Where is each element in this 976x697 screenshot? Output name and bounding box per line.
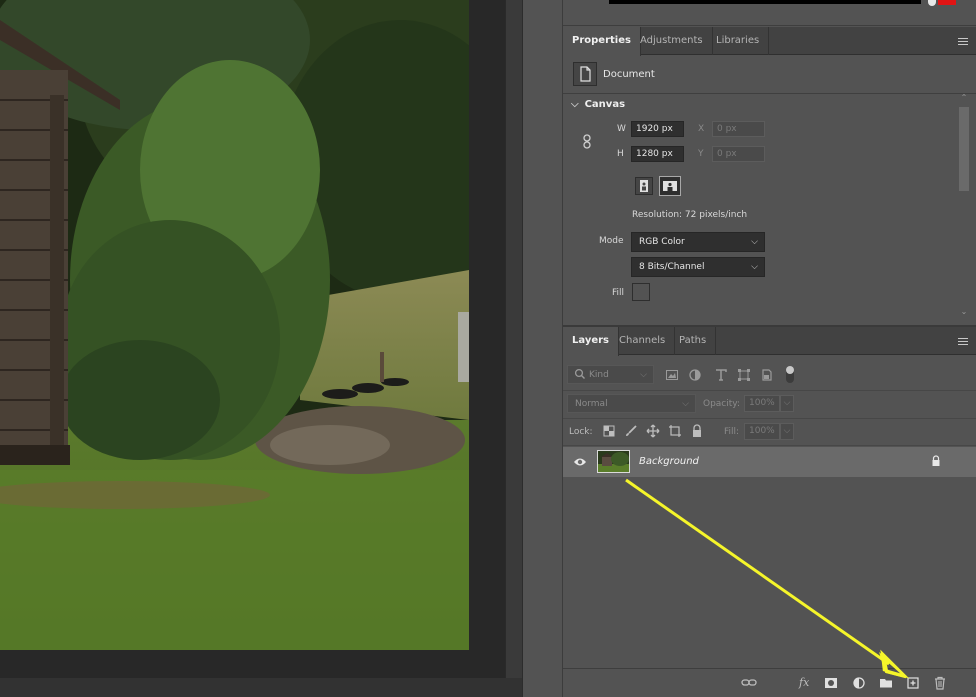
lock-artboard-icon[interactable]: [668, 424, 682, 438]
lock-all-icon[interactable]: [690, 424, 704, 438]
tab-properties[interactable]: Properties: [563, 27, 641, 56]
mask-icon[interactable]: [824, 676, 838, 690]
landscape-orientation-button[interactable]: [659, 176, 681, 196]
tab-adjustments[interactable]: Adjustments: [631, 27, 713, 55]
chevron-down-icon: ⌵: [682, 399, 689, 409]
properties-menu-icon[interactable]: [958, 38, 968, 45]
color-picker-handle[interactable]: [928, 0, 936, 6]
properties-panel: Document ⌵ Canvas W 1920 px X 0 px H 1280…: [563, 55, 976, 325]
scroll-up-icon[interactable]: ⌃: [959, 93, 969, 102]
fill-label: Fill:: [724, 427, 740, 437]
bit-depth-dropdown[interactable]: 8 Bits/Channel ⌵: [631, 257, 765, 277]
lock-label: Lock:: [569, 427, 593, 437]
layer-row-background[interactable]: Background: [563, 447, 976, 477]
document-icon: [573, 62, 597, 86]
layer-lock-icon[interactable]: [930, 455, 942, 467]
document-photo[interactable]: [0, 0, 469, 650]
fx-icon[interactable]: fx: [799, 676, 813, 690]
width-label: W: [617, 124, 626, 134]
y-field[interactable]: 0 px: [712, 146, 765, 162]
canvas-vertical-scrollbar[interactable]: [505, 0, 522, 678]
layer-thumbnail[interactable]: [597, 450, 630, 473]
fill-field[interactable]: 100%: [744, 423, 780, 440]
lock-position-icon[interactable]: [646, 424, 660, 438]
layers-menu-icon[interactable]: [958, 338, 968, 345]
layers-panel: Kind ⌵ Normal ⌵ Opacity: 100% ⌵ Lock: Fi…: [563, 355, 976, 697]
filter-toggle-switch[interactable]: [786, 366, 794, 383]
chevron-down-icon: ⌵: [751, 262, 758, 272]
scroll-down-icon[interactable]: ⌄: [959, 307, 969, 316]
portrait-orientation-button[interactable]: [635, 177, 653, 195]
properties-scrollbar[interactable]: ⌃ ⌄: [957, 93, 971, 323]
tab-paths[interactable]: Paths: [670, 327, 717, 355]
trash-icon[interactable]: [933, 676, 947, 690]
photoshop-window: Properties Adjustments Libraries Documen…: [0, 0, 976, 697]
x-label: X: [698, 124, 705, 134]
y-label: Y: [698, 149, 704, 159]
scroll-thumb[interactable]: [959, 107, 969, 191]
canvas-section-header[interactable]: ⌵ Canvas: [571, 99, 625, 110]
panel-dock-column: [522, 0, 563, 697]
opacity-label: Opacity:: [703, 399, 740, 409]
opacity-field[interactable]: 100%: [744, 395, 780, 412]
right-panel: Properties Adjustments Libraries Documen…: [563, 0, 976, 697]
new-layer-icon[interactable]: [906, 676, 920, 690]
divider: [563, 93, 976, 94]
layers-footer-toolbar: fx: [563, 668, 976, 697]
layer-filter-kind-dropdown[interactable]: Kind ⌵: [567, 365, 654, 384]
tab-channels[interactable]: Channels: [610, 327, 676, 355]
chevron-down-icon: ⌵: [571, 99, 579, 110]
layers-tab-bar: Layers Channels Paths: [563, 327, 976, 356]
link-layers-icon[interactable]: [741, 676, 757, 690]
photo-image: [0, 0, 469, 650]
chevron-down-icon: ⌵: [640, 370, 647, 380]
tab-libraries[interactable]: Libraries: [707, 27, 770, 55]
mode-label: Mode: [599, 236, 624, 246]
color-mode-dropdown[interactable]: RGB Color ⌵: [631, 232, 765, 252]
filter-shape-icon[interactable]: [737, 368, 751, 382]
resolution-text: Resolution: 72 pixels/inch: [632, 210, 748, 220]
document-label: Document: [603, 69, 655, 80]
lock-image-pixels-icon[interactable]: [624, 424, 638, 438]
properties-tab-bar: Properties Adjustments Libraries: [563, 27, 976, 56]
fill-dropdown-arrow[interactable]: ⌵: [780, 423, 794, 440]
hue-bar[interactable]: [609, 0, 921, 4]
foreground-color-swatch[interactable]: [938, 0, 956, 5]
visibility-eye-icon[interactable]: [573, 456, 586, 468]
blend-mode-dropdown[interactable]: Normal ⌵: [567, 394, 696, 413]
filter-pixel-icon[interactable]: [665, 368, 679, 382]
color-panel-remnant: [563, 0, 976, 26]
filter-smart-object-icon[interactable]: [760, 368, 774, 382]
link-dimensions-icon[interactable]: [581, 134, 593, 150]
height-field[interactable]: 1280 px: [631, 146, 684, 162]
x-field[interactable]: 0 px: [712, 121, 765, 137]
width-field[interactable]: 1920 px: [631, 121, 684, 137]
height-label: H: [617, 149, 624, 159]
search-icon: [574, 367, 586, 388]
adjustment-layer-icon[interactable]: [852, 676, 866, 690]
lock-transparent-pixels-icon[interactable]: [602, 424, 616, 438]
group-folder-icon[interactable]: [879, 676, 893, 690]
canvas-horizontal-scrollbar[interactable]: [0, 678, 522, 697]
layer-name-background[interactable]: Background: [639, 456, 699, 467]
fill-label: Fill: [612, 288, 625, 298]
fill-color-swatch[interactable]: [632, 283, 650, 301]
canvas-area[interactable]: [0, 0, 505, 697]
filter-adjustment-icon[interactable]: [688, 368, 702, 382]
chevron-down-icon: ⌵: [751, 237, 758, 247]
filter-type-icon[interactable]: [714, 368, 728, 382]
opacity-dropdown-arrow[interactable]: ⌵: [780, 395, 794, 412]
